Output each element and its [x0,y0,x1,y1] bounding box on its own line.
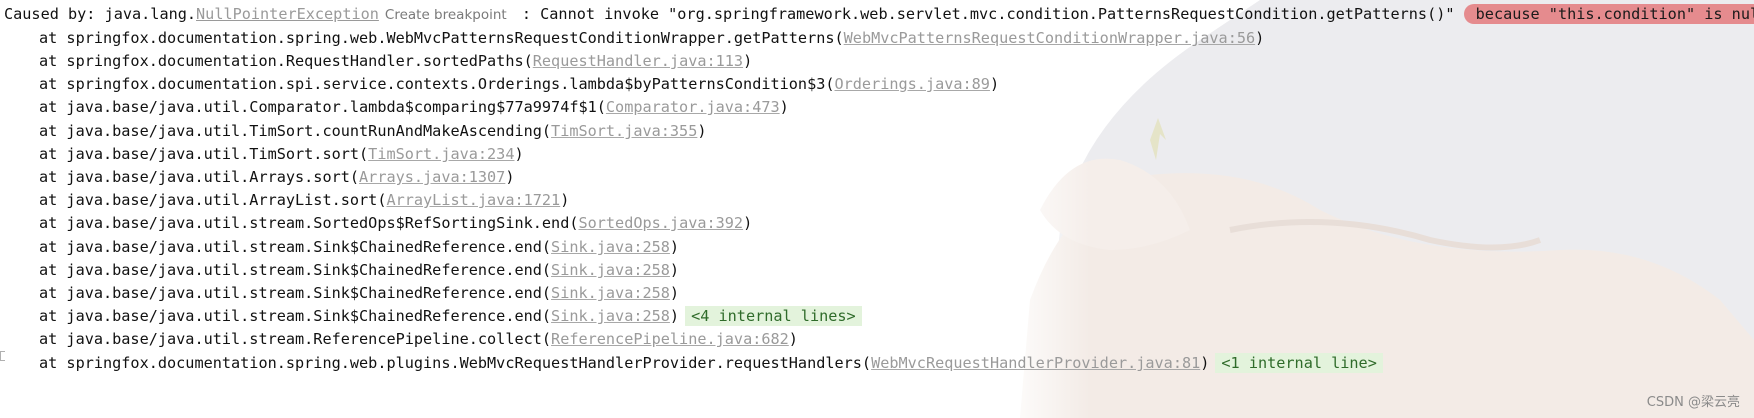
frame-suffix: ) [514,145,524,163]
source-link[interactable]: Comparator.java:473 [606,98,780,116]
frame-suffix: ) [743,52,753,70]
frame-method: at springfox.documentation.spring.web.We… [39,29,844,47]
stack-frame: at java.base/java.util.TimSort.sort(TimS… [39,143,524,165]
folded-lines-toggle[interactable]: <1 internal line> [1215,353,1383,373]
source-link[interactable]: ReferencePipeline.java:682 [551,330,789,348]
stack-frame: at java.base/java.util.stream.Sink$Chain… [39,259,679,281]
source-link[interactable]: ArrayList.java:1721 [386,191,560,209]
source-link[interactable]: WebMvcRequestHandlerProvider.java:81 [871,354,1200,372]
frame-suffix: ) [697,122,707,140]
stack-frame: at springfox.documentation.RequestHandle… [39,50,752,72]
frame-suffix: ) [1255,29,1265,47]
stack-frame: at springfox.documentation.spring.web.pl… [39,352,1383,374]
null-reason-badge: because "this.condition" is null [1463,4,1754,24]
frame-method: at java.base/java.util.stream.Sink$Chain… [39,238,552,256]
source-link[interactable]: Sink.java:258 [551,284,670,302]
frame-method: at java.base/java.util.Arrays.sort( [39,168,360,186]
source-link[interactable]: TimSort.java:355 [551,122,697,140]
folded-lines-toggle[interactable]: <4 internal lines> [685,306,862,326]
frame-suffix: ) [779,98,789,116]
stack-frame: at java.base/java.util.stream.Sink$Chain… [39,305,862,327]
frame-suffix: ) [560,191,570,209]
stack-frame: at java.base/java.util.TimSort.countRunA… [39,120,707,142]
frame-suffix: ) [1200,354,1210,372]
frame-suffix: ) [788,330,798,348]
frame-method: at java.base/java.util.ArrayList.sort( [39,191,387,209]
caused-by-line: Caused by: java.lang.NullPointerExceptio… [4,3,1754,25]
caused-by-prefix: Caused by: java.lang. [4,5,197,23]
source-link[interactable]: Sink.java:258 [551,261,670,279]
frame-suffix: ) [669,261,680,279]
frame-method: at java.base/java.util.stream.ReferenceP… [39,330,552,348]
frame-suffix: ) [669,307,680,325]
stack-frame: at java.base/java.util.ArrayList.sort(Ar… [39,189,569,211]
frame-suffix: ) [669,284,680,302]
frame-method: at springfox.documentation.spring.web.pl… [39,354,872,372]
frame-method: at java.base/java.util.stream.Sink$Chain… [39,307,552,325]
stack-frame: at java.base/java.util.stream.Sink$Chain… [39,236,679,258]
create-breakpoint-hint[interactable]: Create breakpoint [385,7,507,23]
fold-gutter-icon[interactable] [0,351,5,361]
exception-message: : Cannot invoke "org.springframework.web… [512,5,1464,23]
frame-suffix: ) [743,214,753,232]
frame-method: at java.base/java.util.TimSort.countRunA… [39,122,552,140]
watermark: CSDN @梁云亮 [1646,395,1740,410]
source-link[interactable]: RequestHandler.java:113 [533,52,743,70]
frame-method: at java.base/java.util.stream.Sink$Chain… [39,261,552,279]
stack-frame: at springfox.documentation.spi.service.c… [39,73,999,95]
frame-method: at java.base/java.util.TimSort.sort( [39,145,369,163]
source-link[interactable]: Sink.java:258 [551,307,670,325]
frame-method: at java.base/java.util.stream.SortedOps$… [39,214,579,232]
source-link[interactable]: Arrays.java:1307 [359,168,505,186]
stack-frame: at java.base/java.util.Comparator.lambda… [39,96,789,118]
exception-class-link[interactable]: NullPointerException [196,5,379,23]
stack-frame: at springfox.documentation.spring.web.We… [39,27,1264,49]
source-link[interactable]: SortedOps.java:392 [578,214,743,232]
frame-suffix: ) [505,168,515,186]
source-link[interactable]: Sink.java:258 [551,238,670,256]
frame-method: at springfox.documentation.spi.service.c… [39,75,835,93]
stack-frame: at java.base/java.util.Arrays.sort(Array… [39,166,515,188]
console-output: Caused by: java.lang.NullPointerExceptio… [0,0,1754,418]
source-link[interactable]: TimSort.java:234 [368,145,514,163]
source-link[interactable]: Orderings.java:89 [835,75,990,93]
stack-frame: at java.base/java.util.stream.Sink$Chain… [39,282,679,304]
frame-method: at java.base/java.util.stream.Sink$Chain… [39,284,552,302]
stack-frame: at java.base/java.util.stream.SortedOps$… [39,212,752,234]
frame-suffix: ) [669,238,680,256]
frame-method: at java.base/java.util.Comparator.lambda… [39,98,606,116]
source-link[interactable]: WebMvcPatternsRequestConditionWrapper.ja… [844,29,1255,47]
stack-frame: at java.base/java.util.stream.ReferenceP… [39,328,798,350]
frame-suffix: ) [989,75,1000,93]
frame-method: at springfox.documentation.RequestHandle… [39,52,533,70]
